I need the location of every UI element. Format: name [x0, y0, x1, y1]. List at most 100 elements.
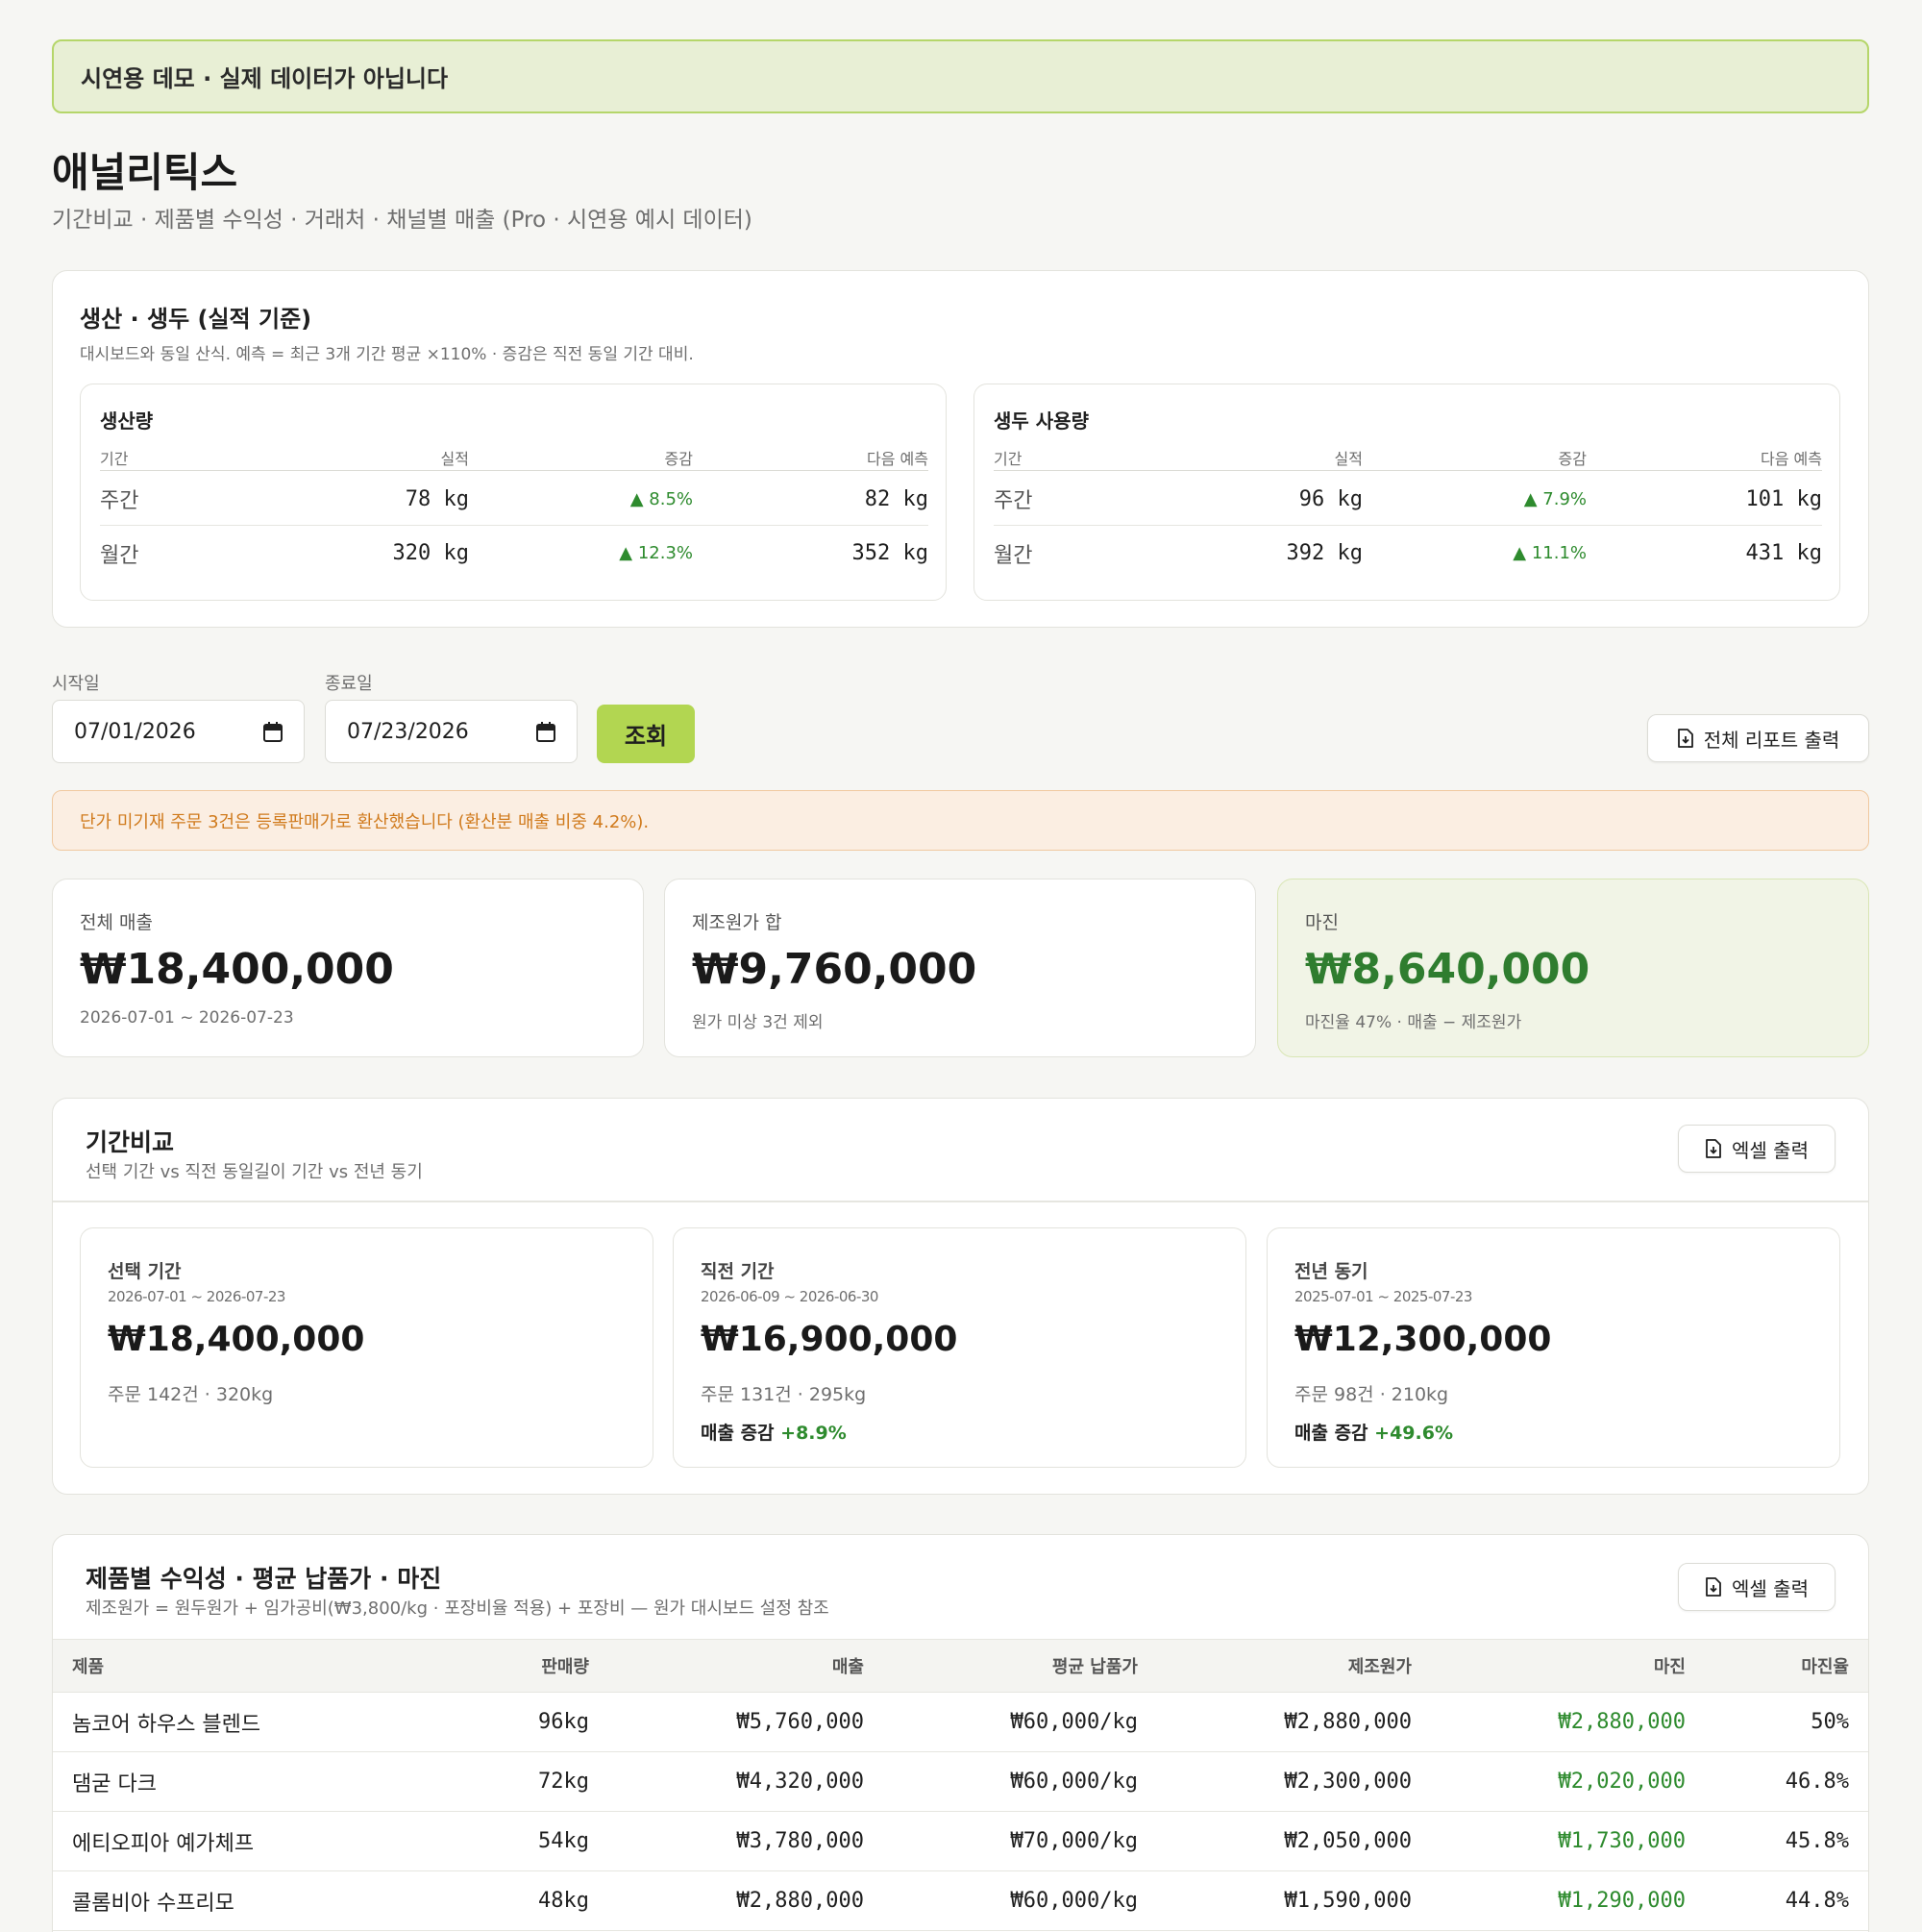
row-next: 101 kg: [1745, 486, 1822, 511]
document-download-icon: [1706, 1577, 1721, 1597]
query-button[interactable]: 조회: [597, 705, 695, 763]
cell-revenue: ₩5,760,000: [736, 1710, 864, 1734]
row-delta: ▲ 11.1%: [1513, 543, 1587, 563]
period-range: 2025-07-01 ~ 2025-07-23: [1294, 1288, 1472, 1305]
col-actual: 실적: [1334, 449, 1363, 468]
cell-product: 에티오피아 예가체프: [72, 1831, 255, 1856]
margin-note: 마진율 47% · 매출 − 제조원가: [1305, 1013, 1522, 1032]
row-actual: 78 kg: [405, 486, 469, 511]
production-section: 생산 · 생두 (실적 기준) 대시보드와 동일 산식. 예측 = 최근 3개 …: [52, 270, 1869, 628]
row-period: 월간: [994, 543, 1033, 568]
end-date-input[interactable]: 07/23/2026: [325, 700, 578, 763]
col-avg-price[interactable]: 평균 납품가: [1052, 1640, 1138, 1692]
green-bean-table-header: 기간 실적 증감 다음 예측: [994, 444, 1822, 471]
cell-margin: ₩2,880,000: [1558, 1710, 1686, 1734]
col-quantity[interactable]: 판매량: [541, 1640, 589, 1692]
conversion-warning: 단가 미기재 주문 3건은 등록판매가로 환산했습니다 (환산분 매출 비중 4…: [52, 790, 1869, 851]
period-label: 선택 기간: [108, 1261, 182, 1282]
revenue-delta-value: +49.6%: [1374, 1423, 1454, 1444]
period-revenue: ₩16,900,000: [701, 1320, 958, 1359]
col-delta: 증감: [664, 449, 693, 468]
cell-margin: ₩2,020,000: [1558, 1770, 1686, 1794]
row-delta: ▲ 7.9%: [1523, 488, 1587, 509]
row-actual: 96 kg: [1298, 486, 1363, 511]
revenue-value: ₩18,400,000: [80, 945, 394, 994]
end-date-label: 종료일: [325, 674, 373, 694]
row-actual: 392 kg: [1286, 541, 1363, 565]
divider: [53, 1201, 1868, 1202]
revenue-note: 2026-07-01 ~ 2026-07-23: [80, 1008, 294, 1028]
full-report-button[interactable]: 전체 리포트 출력: [1647, 714, 1869, 762]
table-row: 월간 392 kg ▲ 11.1% 431 kg: [994, 527, 1822, 580]
cell-cost: ₩2,050,000: [1284, 1829, 1412, 1853]
start-date-value: 07/01/2026: [74, 719, 196, 744]
margin-label: 마진: [1305, 912, 1339, 933]
cell-avg-price: ₩60,000/kg: [1010, 1889, 1138, 1913]
col-cost[interactable]: 제조원가: [1348, 1640, 1412, 1692]
col-margin-rate[interactable]: 마진율: [1801, 1640, 1849, 1692]
production-description: 대시보드와 동일 산식. 예측 = 최근 3개 기간 평균 ×110% · 증감…: [80, 345, 694, 364]
period-meta: 주문 98건 · 210kg: [1294, 1384, 1449, 1405]
col-period: 기간: [100, 449, 129, 468]
table-row: 주간 96 kg ▲ 7.9% 101 kg: [994, 473, 1822, 526]
green-bean-card: 생두 사용량 기간 실적 증감 다음 예측 주간 96 kg ▲ 7.9% 10…: [973, 384, 1840, 601]
production-title: 생산 · 생두 (실적 기준): [80, 306, 312, 333]
col-next: 다음 예측: [867, 449, 928, 468]
col-product[interactable]: 제품: [72, 1640, 104, 1692]
cell-margin-rate: 46.8%: [1785, 1770, 1849, 1794]
end-date-value: 07/23/2026: [347, 719, 469, 744]
cell-revenue: ₩3,780,000: [736, 1829, 864, 1853]
previous-period-card: 직전 기간 2026-06-09 ~ 2026-06-30 ₩16,900,00…: [673, 1227, 1246, 1468]
cell-avg-price: ₩60,000/kg: [1010, 1770, 1138, 1794]
table-row: 댐굳 다크 72kg ₩4,320,000 ₩60,000/kg ₩2,300,…: [53, 1752, 1868, 1812]
output-card: 생산량 기간 실적 증감 다음 예측 주간 78 kg ▲ 8.5% 82 kg…: [80, 384, 947, 601]
cell-cost: ₩2,300,000: [1284, 1770, 1412, 1794]
cell-product: 놈코어 하우스 블렌드: [72, 1712, 261, 1737]
cell-margin-rate: 45.8%: [1785, 1829, 1849, 1853]
row-delta: ▲ 8.5%: [629, 488, 693, 509]
col-period: 기간: [994, 449, 1023, 468]
period-compare-section: 기간비교 선택 기간 vs 직전 동일길이 기간 vs 전년 동기 엑셀 출력 …: [52, 1098, 1869, 1495]
calendar-icon[interactable]: [263, 722, 283, 742]
table-header: 제품 판매량 매출 평균 납품가 제조원가 마진 마진율: [53, 1639, 1868, 1693]
cell-quantity: 72kg: [538, 1770, 589, 1794]
cell-avg-price: ₩70,000/kg: [1010, 1829, 1138, 1853]
start-date-input[interactable]: 07/01/2026: [52, 700, 305, 763]
green-bean-title: 생두 사용량: [994, 409, 1089, 433]
calendar-icon[interactable]: [536, 722, 555, 742]
revenue-label: 전체 매출: [80, 912, 153, 933]
start-date-label: 시작일: [52, 674, 100, 694]
cell-cost: ₩2,880,000: [1284, 1710, 1412, 1734]
col-revenue[interactable]: 매출: [832, 1640, 864, 1692]
revenue-summary-card: 전체 매출 ₩18,400,000 2026-07-01 ~ 2026-07-2…: [52, 879, 644, 1057]
period-label: 직전 기간: [701, 1261, 775, 1282]
period-meta: 주문 131건 · 295kg: [701, 1384, 867, 1405]
cell-quantity: 54kg: [538, 1829, 589, 1853]
revenue-delta: 매출 증감 +49.6%: [1294, 1419, 1453, 1445]
cell-margin-rate: 50%: [1811, 1710, 1849, 1734]
revenue-delta-value: +8.9%: [780, 1423, 847, 1444]
cell-margin: ₩1,290,000: [1558, 1889, 1686, 1913]
revenue-delta: 매출 증감 +8.9%: [701, 1419, 847, 1445]
page-title: 애널리틱스: [52, 149, 238, 196]
cell-margin-rate: 44.8%: [1785, 1889, 1849, 1913]
compare-excel-button[interactable]: 엑셀 출력: [1678, 1125, 1836, 1173]
products-excel-button[interactable]: 엑셀 출력: [1678, 1563, 1836, 1611]
row-next: 431 kg: [1745, 541, 1822, 565]
col-next: 다음 예측: [1761, 449, 1822, 468]
row-delta: ▲ 12.3%: [619, 543, 693, 563]
cell-product: 댐굳 다크: [72, 1771, 157, 1796]
period-label: 전년 동기: [1294, 1261, 1368, 1282]
cell-avg-price: ₩60,000/kg: [1010, 1710, 1138, 1734]
cost-value: ₩9,760,000: [692, 945, 977, 994]
cell-revenue: ₩4,320,000: [736, 1770, 864, 1794]
excel-button-label: 엑셀 출력: [1732, 1576, 1809, 1600]
cell-quantity: 48kg: [538, 1889, 589, 1913]
col-margin[interactable]: 마진: [1654, 1640, 1686, 1692]
table-row: 놈코어 하우스 블렌드 96kg ₩5,760,000 ₩60,000/kg ₩…: [53, 1693, 1868, 1752]
document-download-icon: [1677, 729, 1693, 748]
cell-margin: ₩1,730,000: [1558, 1829, 1686, 1853]
last-year-period-card: 전년 동기 2025-07-01 ~ 2025-07-23 ₩12,300,00…: [1267, 1227, 1840, 1468]
demo-banner: 시연용 데모 · 실제 데이터가 아닙니다: [52, 39, 1869, 113]
cost-note: 원가 미상 3건 제외: [692, 1013, 824, 1032]
